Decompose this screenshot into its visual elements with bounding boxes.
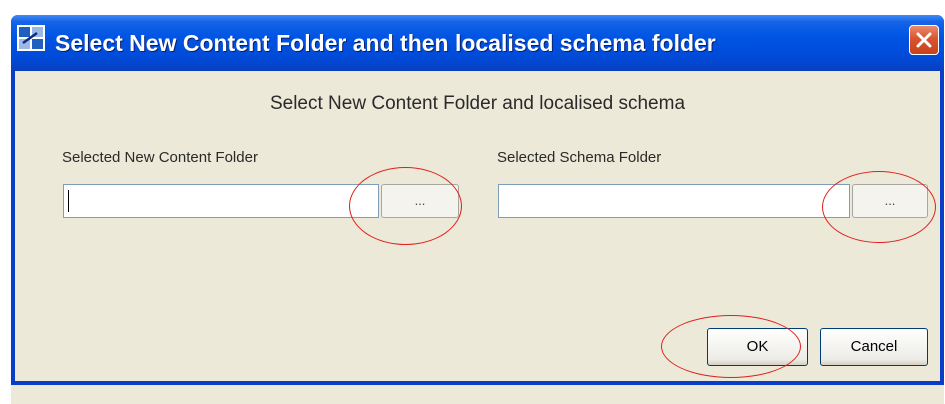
schema-folder-browse-button[interactable]: ...	[852, 184, 928, 218]
text-caret	[68, 190, 69, 212]
window-title: Select New Content Folder and then local…	[55, 30, 716, 56]
schema-folder-input[interactable]	[498, 184, 850, 218]
dialog-heading: Select New Content Folder and localised …	[269, 93, 686, 114]
dialog-body: Select New Content Folder and localised …	[15, 71, 940, 381]
content-folder-browse-button[interactable]: ...	[381, 184, 459, 218]
close-icon	[916, 32, 932, 48]
app-icon	[17, 25, 45, 51]
schema-folder-label: Selected Schema Folder	[497, 149, 662, 166]
content-folder-input[interactable]	[63, 184, 379, 218]
ok-button[interactable]: OK	[707, 328, 808, 366]
cancel-button[interactable]: Cancel	[820, 328, 928, 366]
dialog-window: Select New Content Folder and then local…	[11, 15, 944, 385]
background-area	[11, 385, 944, 404]
content-folder-label: Selected New Content Folder	[62, 149, 258, 166]
title-bar[interactable]: Select New Content Folder and then local…	[11, 15, 944, 71]
close-button[interactable]	[909, 25, 939, 55]
